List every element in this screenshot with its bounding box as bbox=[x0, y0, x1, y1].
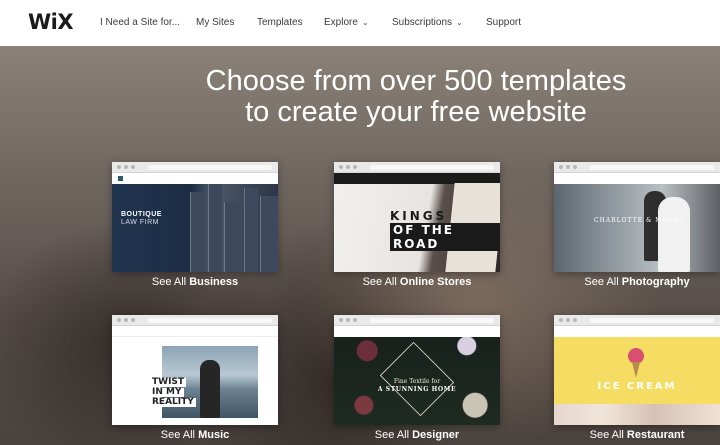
nav-label: Subscriptions bbox=[392, 17, 453, 28]
see-all-restaurant-link[interactable]: See All Restaurant bbox=[554, 429, 720, 441]
caption-prefix: See All bbox=[160, 429, 199, 441]
preview-subtitle: Fine Textile for bbox=[393, 378, 441, 385]
see-all-designer-link[interactable]: See All Designer bbox=[334, 429, 500, 441]
preview-title-2: IN MY bbox=[150, 387, 184, 397]
browser-chrome bbox=[554, 162, 720, 173]
nav-templates[interactable]: Templates bbox=[257, 17, 303, 28]
template-card-photography[interactable]: CHARLOTTE & MOODY bbox=[554, 162, 720, 272]
preview-title: CHARLOTTE & MOODY bbox=[594, 217, 685, 224]
caption-prefix: See All bbox=[584, 276, 622, 288]
preview-title: ICE CREAM bbox=[597, 381, 677, 392]
nav-i-need-a-site-for[interactable]: I Need a Site for... bbox=[100, 17, 180, 28]
browser-chrome bbox=[112, 162, 278, 173]
preview-title: TWIST bbox=[150, 377, 187, 387]
preview-subtitle: LAW FIRM bbox=[121, 219, 159, 226]
hero-line-1: Choose from over 500 templates bbox=[205, 65, 627, 97]
caption-category: Designer bbox=[412, 429, 460, 441]
browser-chrome bbox=[554, 315, 720, 326]
see-all-business-link[interactable]: See All Business bbox=[112, 276, 278, 288]
template-card-designer[interactable]: Fine Textile for A STUNNING HOME bbox=[334, 315, 500, 425]
hero-headline: Choose from over 500 templates to create… bbox=[0, 66, 720, 128]
hero-line-2: to create your free website bbox=[245, 96, 587, 128]
preview-title: BOUTIQUE bbox=[121, 211, 162, 218]
caption-category: Music bbox=[198, 429, 230, 441]
template-card-online-stores[interactable]: KINGS OF THE ROAD bbox=[334, 162, 500, 272]
template-preview-photography: CHARLOTTE & MOODY bbox=[554, 173, 720, 272]
see-all-online-stores-link[interactable]: See All Online Stores bbox=[334, 276, 500, 288]
nav-label: My Sites bbox=[196, 17, 235, 28]
template-preview-business: BOUTIQUE LAW FIRM bbox=[112, 173, 278, 272]
see-all-music-link[interactable]: See All Music bbox=[112, 429, 278, 441]
template-card-restaurant[interactable]: ICE CREAM bbox=[554, 315, 720, 425]
nav-label: Templates bbox=[257, 17, 303, 28]
nav-label: I Need a Site for... bbox=[100, 17, 181, 28]
top-nav: WiX I Need a Site for... My Sites Templa… bbox=[0, 0, 720, 46]
see-all-photography-link[interactable]: See All Photography bbox=[554, 276, 720, 288]
caption-prefix: See All bbox=[374, 429, 413, 441]
template-preview-online-stores: KINGS OF THE ROAD bbox=[334, 173, 500, 272]
caption-prefix: See All bbox=[589, 429, 627, 441]
caption-prefix: See All bbox=[362, 276, 400, 288]
nav-label: Support bbox=[486, 17, 522, 28]
wix-logo[interactable]: WiX bbox=[28, 10, 74, 34]
caption-category: Online Stores bbox=[399, 276, 472, 288]
template-preview-designer: Fine Textile for A STUNNING HOME bbox=[334, 326, 500, 425]
caption-category: Photography bbox=[621, 276, 690, 288]
chevron-down-icon: ⌄ bbox=[456, 18, 463, 27]
nav-my-sites[interactable]: My Sites bbox=[196, 17, 234, 28]
template-preview-music: TWIST IN MY REALITY bbox=[112, 326, 278, 425]
preview-title: KINGS bbox=[390, 209, 448, 223]
nav-support[interactable]: Support bbox=[486, 17, 521, 28]
chevron-down-icon: ⌄ bbox=[361, 18, 369, 27]
template-card-music[interactable]: TWIST IN MY REALITY bbox=[112, 315, 278, 425]
preview-subtitle: OF THE ROAD bbox=[390, 223, 500, 251]
template-card-business[interactable]: BOUTIQUE LAW FIRM bbox=[112, 162, 278, 272]
preview-title-3: REALITY bbox=[150, 397, 196, 407]
preview-title: A STUNNING HOME bbox=[377, 386, 457, 393]
caption-category: Restaurant bbox=[626, 429, 685, 441]
nav-subscriptions[interactable]: Subscriptions ⌄ bbox=[392, 17, 463, 28]
nav-label: Explore bbox=[324, 17, 358, 28]
browser-chrome bbox=[334, 162, 500, 173]
browser-chrome bbox=[112, 315, 278, 326]
template-preview-restaurant: ICE CREAM bbox=[554, 326, 720, 425]
caption-prefix: See All bbox=[151, 276, 190, 288]
browser-chrome bbox=[334, 315, 500, 326]
nav-explore[interactable]: Explore ⌄ bbox=[324, 17, 369, 28]
caption-category: Business bbox=[189, 276, 239, 288]
